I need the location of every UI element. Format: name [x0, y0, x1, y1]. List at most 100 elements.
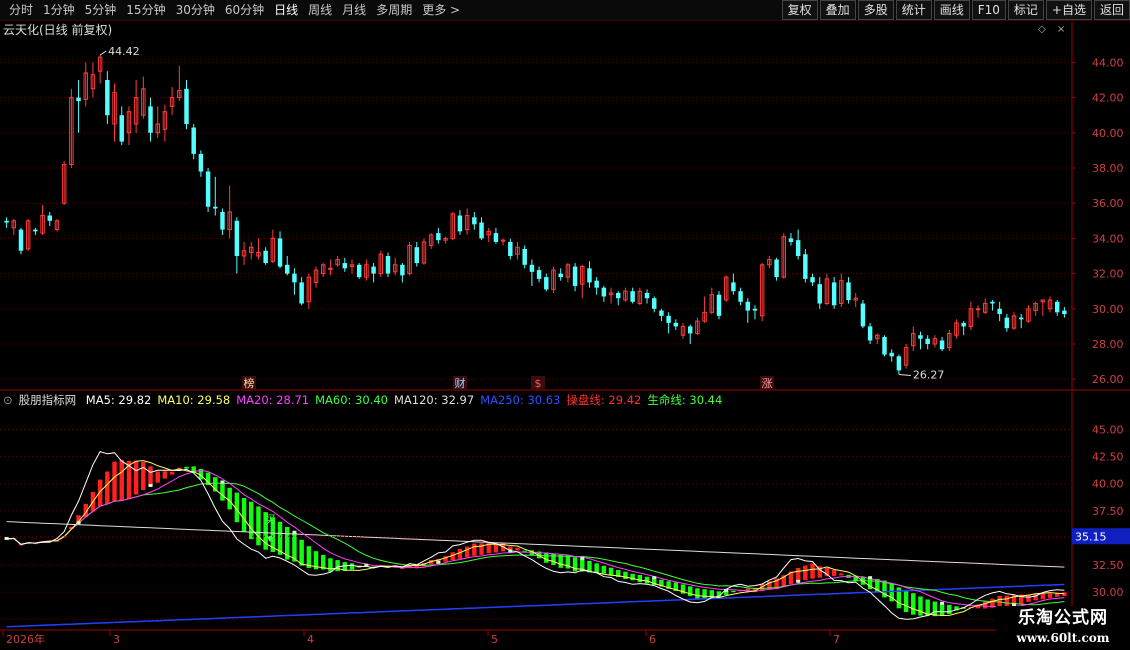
tab-period-5[interactable]: 60分钟 [220, 0, 269, 20]
candle-body-up [637, 290, 643, 305]
operation-bar-down [652, 578, 657, 586]
candle-body-up [25, 220, 31, 250]
operation-bar-up [450, 552, 455, 561]
indicator-header: ⊙ 股朋指标网 MA5: 29.82 MA10: 29.58 MA20: 28.71 M… [3, 392, 728, 408]
date-label: 3 [113, 633, 120, 646]
candle-body-down [529, 264, 535, 272]
buy-signal: 买 [265, 513, 276, 526]
candle-body-down [191, 127, 196, 154]
candle-body-down [234, 220, 240, 256]
operation-bar-up [105, 471, 110, 504]
candle-body-up [1040, 299, 1046, 303]
operation-bar-up [1026, 594, 1031, 602]
candle-body-up [392, 264, 398, 273]
operation-bar-down [731, 590, 736, 593]
operation-bar-down [277, 521, 283, 555]
tab-period-7[interactable]: 周线 [303, 0, 337, 20]
candle-body-down [882, 336, 887, 355]
action-button-1[interactable]: 叠加 [819, 0, 856, 20]
operation-bar-down [256, 506, 261, 546]
operation-bar-down [637, 574, 643, 583]
tab-period-0[interactable]: 分时 [4, 0, 38, 20]
operation-bar-up [392, 566, 398, 568]
candle-body-down [831, 282, 837, 306]
tab-period-2[interactable]: 5分钟 [80, 0, 122, 20]
period-tabs: 分时 1分钟 5分钟 15分钟 30分钟 60分钟 日线 周线 月线 多周期 更多 > [4, 0, 465, 20]
candle-body-down [18, 229, 24, 251]
candle-body-up [54, 220, 60, 231]
life-line-dot [364, 563, 369, 567]
operation-bar-up [90, 491, 96, 512]
action-button-8[interactable]: 返回 [1093, 0, 1130, 20]
operation-bar-up [788, 571, 794, 585]
action-button-2[interactable]: 多股 [857, 0, 894, 20]
tab-period-6[interactable]: 日线 [269, 0, 303, 20]
operation-bar-up [400, 567, 405, 569]
operation-bar-up [990, 598, 995, 608]
panel-controls[interactable]: ◇ × [1038, 22, 1065, 38]
life-line-dot [220, 480, 225, 484]
operation-bar-up [378, 565, 384, 567]
operation-bar-up [803, 565, 808, 581]
candle-body-down [846, 282, 851, 300]
candle-body-down [687, 326, 693, 334]
candle-body-up [40, 215, 45, 234]
operation-bar-down [522, 550, 527, 552]
stock-title: 云天化(日线 前复权) [3, 23, 113, 37]
tab-period-4[interactable]: 30分钟 [171, 0, 220, 20]
operation-bar-up [479, 543, 484, 555]
candle-body-up [428, 234, 434, 246]
operation-bar-down [723, 590, 729, 595]
tab-period-10[interactable]: 更多 > [417, 0, 465, 20]
operation-bar-up [162, 471, 168, 479]
operation-bar-up [76, 515, 81, 524]
action-button-7[interactable]: +自选 [1045, 0, 1092, 20]
event-mark: 财 [455, 376, 466, 390]
candle-body-up [551, 269, 556, 290]
operation-bar-up [428, 559, 434, 565]
action-button-4[interactable]: 画线 [933, 0, 970, 20]
operation-bar-up [112, 461, 117, 502]
tab-period-3[interactable]: 15分钟 [121, 0, 170, 20]
candle-body-up [1026, 308, 1031, 322]
indicator-value-3: MA60: 30.40 [315, 393, 388, 407]
close-icon[interactable]: × [1057, 24, 1065, 35]
price-chart[interactable]: 44.00 42.00 40.00 38.00 36.00 34.00 32.00 30.00… [0, 0, 1130, 650]
tab-period-9[interactable]: 多周期 [371, 0, 417, 20]
indicator-tick-label: 45.00 [1092, 424, 1124, 437]
event-mark-bg [242, 376, 256, 389]
diamond-icon[interactable]: ◇ [1038, 24, 1046, 35]
operation-bar-up [414, 564, 419, 568]
indicator-name[interactable]: 股朋指标网 [19, 393, 77, 407]
operation-bar-down [918, 596, 923, 616]
indicator-tick-label: 32.50 [1092, 559, 1124, 572]
low-price-label: 26.27 [913, 368, 945, 381]
indicator-menu-icon[interactable]: ⊙ [3, 393, 13, 407]
action-button-5[interactable]: F10 [971, 0, 1006, 20]
high-price-label: 44.42 [108, 45, 139, 58]
action-button-6[interactable]: 标记 [1007, 0, 1044, 20]
operation-bar-down [903, 589, 909, 612]
life-line-dot [148, 483, 153, 487]
candle-body-down [385, 256, 391, 274]
date-label: 6 [649, 633, 656, 646]
candle-body-down [795, 240, 801, 256]
candle-body-up [709, 294, 715, 313]
crosshair-value: 35.15 [1075, 530, 1107, 543]
tab-period-8[interactable]: 月线 [337, 0, 371, 20]
operation-bar-down [342, 562, 348, 571]
candle-body-up [162, 111, 168, 130]
candle-body-down [616, 292, 621, 299]
candle-body-up [320, 264, 326, 275]
action-button-3[interactable]: 统计 [895, 0, 932, 20]
operation-bar-up [493, 543, 499, 553]
operation-bar-down [270, 517, 276, 552]
action-button-0[interactable]: 复权 [781, 0, 818, 20]
candle-body-down [1004, 317, 1010, 329]
tab-period-1[interactable]: 1分钟 [38, 0, 80, 20]
candle-body-down [666, 315, 671, 323]
operation-bar-down [702, 589, 707, 600]
candle-body-down [939, 340, 945, 350]
candle-body-down [457, 215, 463, 232]
candle-body-up [1033, 303, 1038, 312]
